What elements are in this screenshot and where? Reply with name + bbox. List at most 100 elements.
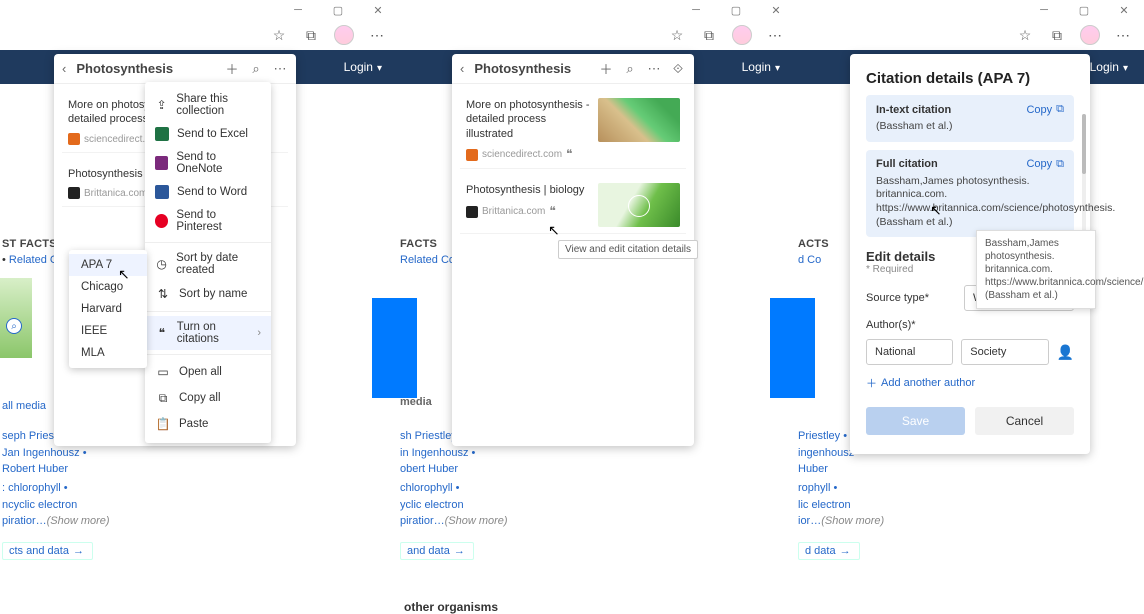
quote-icon[interactable]: ❝	[549, 204, 555, 220]
copy-button[interactable]: Copy ⧉	[1026, 103, 1064, 116]
max-button[interactable]: ▢	[728, 2, 744, 18]
submenu-apa7[interactable]: APA 7	[69, 254, 147, 276]
more-icon[interactable]: ⋯	[368, 26, 386, 44]
login-link[interactable]: Login▾	[344, 60, 382, 74]
topic-link[interactable]: rophyll	[798, 482, 830, 494]
person-link[interactable]: Robert Huber	[2, 463, 68, 475]
person-link[interactable]: Priestley	[798, 430, 840, 442]
card-title: Photosynthesis | biology	[466, 183, 592, 197]
onenote-icon	[155, 156, 168, 170]
menu-pinterest[interactable]: Send to Pinterest	[145, 204, 271, 238]
share-icon: ⇪	[155, 97, 168, 113]
required-note: * Required	[866, 264, 935, 275]
search-icon[interactable]: ⌕	[622, 61, 638, 77]
close-button[interactable]: ✕	[370, 2, 386, 18]
intext-label: In-text citation	[876, 104, 951, 116]
menu-sort-name[interactable]: ⇅Sort by name	[145, 281, 271, 307]
more-icon[interactable]: ⋯	[272, 61, 288, 77]
topic-link[interactable]: piratior	[400, 515, 434, 527]
topic-link[interactable]: ior	[798, 515, 810, 527]
author-first-input[interactable]: National	[866, 339, 953, 365]
more-icon[interactable]: ⋯	[646, 61, 662, 77]
zoom-icon[interactable]: ⌕	[6, 318, 22, 334]
related-link[interactable]: d Co	[798, 254, 821, 266]
blue-accent	[770, 298, 815, 398]
max-button[interactable]: ▢	[1076, 2, 1092, 18]
submenu-mla[interactable]: MLA	[69, 342, 147, 364]
favorite-icon[interactable]: ☆	[270, 26, 288, 44]
topic-link[interactable]: chlorophyll	[8, 482, 61, 494]
related-link[interactable]: Related Co	[400, 254, 455, 266]
topic-link[interactable]: piratior	[2, 515, 36, 527]
submenu-harvard[interactable]: Harvard	[69, 298, 147, 320]
copy-button[interactable]: Copy ⧉	[1026, 158, 1064, 171]
collections-icon[interactable]: ⧉	[700, 26, 718, 44]
show-more[interactable]: (Show more)	[821, 515, 884, 527]
all-media-link[interactable]: all media	[2, 400, 46, 412]
show-more[interactable]: (Show more)	[47, 515, 110, 527]
topic-link[interactable]: chlorophyll	[400, 482, 453, 494]
collections-icon[interactable]: ⧉	[302, 26, 320, 44]
topic-link[interactable]: lic electron	[798, 499, 851, 511]
facts-button[interactable]: and data→	[400, 542, 474, 560]
menu-paste[interactable]: 📋Paste	[145, 411, 271, 437]
max-button[interactable]: ▢	[330, 2, 346, 18]
save-button[interactable]: Save	[866, 407, 965, 435]
menu-sort-date[interactable]: ◷Sort by date created	[145, 247, 271, 281]
show-more[interactable]: (Show more)	[445, 515, 508, 527]
min-button[interactable]: ─	[1036, 2, 1052, 18]
favorite-icon[interactable]: ☆	[1016, 26, 1034, 44]
add-author-button[interactable]: ＋Add another author	[866, 375, 1074, 391]
menu-onenote[interactable]: Send to OneNote	[145, 146, 271, 180]
back-icon[interactable]: ‹	[62, 61, 66, 76]
add-icon[interactable]: ＋	[598, 59, 614, 78]
pin-icon[interactable]: ⟐	[670, 61, 686, 77]
menu-open-all[interactable]: ▭Open all	[145, 359, 271, 385]
profile-avatar[interactable]	[732, 25, 752, 45]
more-icon[interactable]: ⋯	[1114, 26, 1132, 44]
back-icon[interactable]: ‹	[460, 61, 464, 76]
menu-excel[interactable]: Send to Excel	[145, 122, 271, 146]
menu-citations[interactable]: ❝Turn on citations›	[145, 316, 271, 350]
add-icon[interactable]: ＋	[224, 59, 240, 78]
card-source: Brittanica.com	[482, 205, 545, 218]
source-icon	[466, 206, 478, 218]
favorite-icon[interactable]: ☆	[668, 26, 686, 44]
topic-link[interactable]: ncyclic electron	[2, 499, 77, 511]
source-icon	[68, 133, 80, 145]
cancel-button[interactable]: Cancel	[975, 407, 1074, 435]
menu-share[interactable]: ⇪Share this collection	[145, 88, 271, 122]
facts-button[interactable]: d data→	[798, 542, 860, 560]
close-button[interactable]: ✕	[768, 2, 784, 18]
person-link[interactable]: sh Priestley	[400, 430, 457, 442]
min-button[interactable]: ─	[688, 2, 704, 18]
login-link[interactable]: Login▾	[1090, 60, 1128, 74]
person-link[interactable]: obert Huber	[400, 463, 458, 475]
section-heading: other organisms	[404, 600, 498, 614]
menu-copy-all[interactable]: ⧉Copy all	[145, 385, 271, 411]
topic-link[interactable]: yclic electron	[400, 499, 464, 511]
more-icon[interactable]: ⋯	[766, 26, 784, 44]
person-link[interactable]: Jan Ingenhousz	[2, 447, 80, 459]
login-link[interactable]: Login▾	[742, 60, 780, 74]
person-link[interactable]: Huber	[798, 463, 828, 475]
menu-word[interactable]: Send to Word	[145, 180, 271, 204]
collection-card[interactable]: More on photosynthesis - detailed proces…	[460, 92, 686, 169]
close-button[interactable]: ✕	[1116, 2, 1132, 18]
plus-icon: ＋	[866, 375, 877, 391]
profile-avatar[interactable]	[1080, 25, 1100, 45]
collections-icon[interactable]: ⧉	[1048, 26, 1066, 44]
person-link[interactable]: ingenhousz	[798, 447, 854, 459]
collection-card[interactable]: Photosynthesis | biology Brittanica.com …	[460, 177, 686, 234]
submenu-ieee[interactable]: IEEE	[69, 320, 147, 342]
facts-button[interactable]: cts and data→	[2, 542, 93, 560]
quote-icon[interactable]: ❝	[566, 147, 572, 163]
author-last-input[interactable]: Society	[961, 339, 1048, 365]
person-link[interactable]: in Ingenhousz	[400, 447, 469, 459]
submenu-chicago[interactable]: Chicago	[69, 276, 147, 298]
min-button[interactable]: ─	[290, 2, 306, 18]
citation-details-panel: Citation details (APA 7) In-text citatio…	[850, 54, 1090, 454]
profile-avatar[interactable]	[334, 25, 354, 45]
search-icon[interactable]: ⌕	[248, 61, 264, 77]
person-icon[interactable]: 👤	[1057, 344, 1074, 361]
